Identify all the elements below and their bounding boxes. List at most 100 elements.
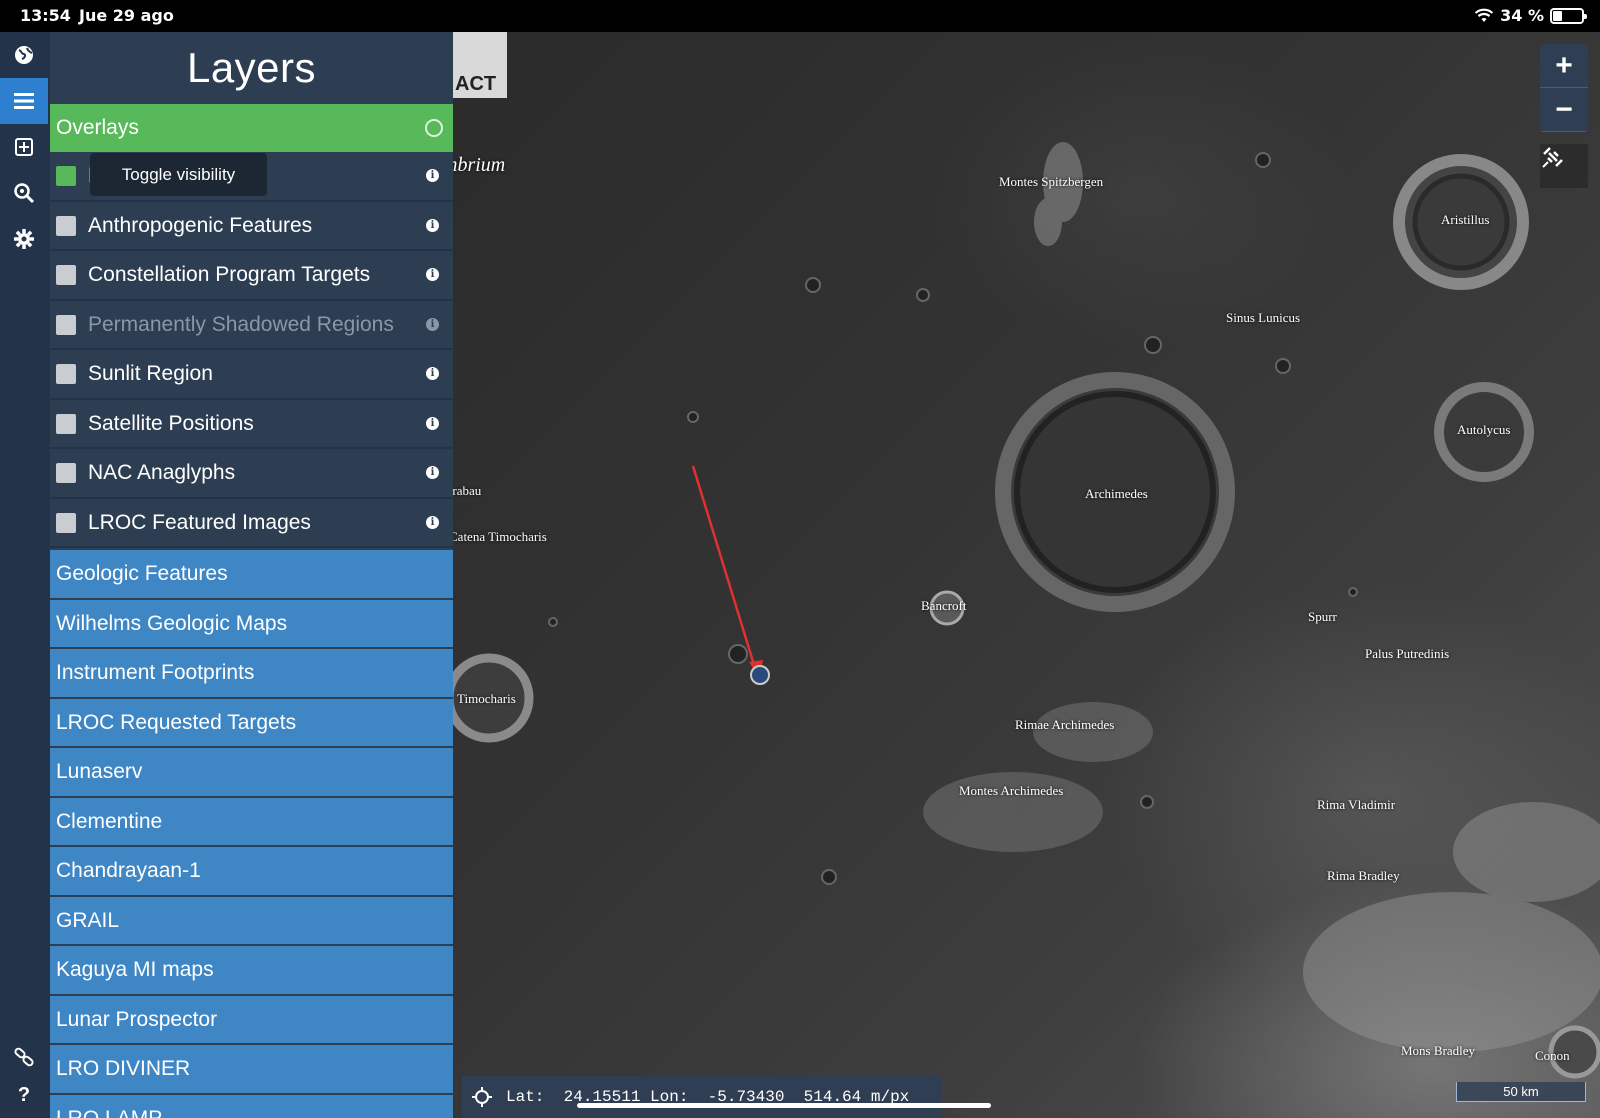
act-logo: ACT (453, 32, 507, 98)
settings-button[interactable] (0, 216, 48, 262)
map-terrain (453, 142, 1600, 1079)
layer-checkbox[interactable] (56, 463, 76, 483)
layer-group-row[interactable]: LRO DIVINER (50, 1045, 453, 1095)
status-time: 13:54 (20, 6, 71, 25)
layer-row[interactable]: NAC Anaglyphs i (50, 449, 453, 499)
layer-group-row[interactable]: Clementine (50, 797, 453, 847)
map-label-rima-bradley: Rima Bradley (1327, 868, 1400, 883)
map-label-sinus-lunicus: Sinus Lunicus (1226, 310, 1301, 325)
layer-row[interactable]: Permanently Shadowed Regions i (50, 301, 453, 350)
layer-label: Sunlit Region (88, 362, 213, 385)
map-label-conon: Conon (1535, 1048, 1570, 1063)
status-bar: 13:54 Jue 29 ago 34 % (0, 0, 1600, 32)
layer-group-row[interactable]: Wilhelms Geologic Maps (50, 599, 453, 649)
coordinates-bar: Lat: 24.15511 Lon: -5.73430 514.64 m/px (462, 1076, 942, 1118)
map-label-grabau: Grabau (453, 483, 482, 498)
gear-icon (14, 229, 34, 249)
layer-label: Anthropogenic Features (88, 213, 313, 237)
search-button[interactable] (0, 170, 48, 216)
montes-spitzbergen (1034, 142, 1083, 246)
layers-menu-button[interactable] (0, 78, 48, 124)
battery-percent: 34 % (1500, 6, 1544, 25)
scale-bar: 50 km (1456, 1082, 1586, 1102)
map-label-rima-vladimir: Rima Vladimir (1317, 797, 1396, 812)
map-label-catena-timocharis: Catena Timocharis (453, 529, 547, 544)
info-icon[interactable]: i (426, 416, 439, 430)
layer-label: NAC Anaglyphs (88, 461, 236, 484)
map-label-archimedes: Archimedes (1085, 486, 1148, 501)
info-icon[interactable]: i (426, 515, 439, 529)
rugged-terrain-southeast (1303, 802, 1600, 1052)
layer-group-row[interactable]: Lunar Prospector (50, 995, 453, 1045)
satellite-button[interactable] (1540, 144, 1588, 188)
layer-group-row[interactable]: Lunaserv (50, 748, 453, 798)
crosshair-icon[interactable] (472, 1087, 492, 1107)
map-label-montes-spitzbergen: Montes Spitzbergen (999, 174, 1104, 189)
zoom-out-button[interactable]: − (1540, 88, 1588, 132)
layer-row[interactable]: Anthropogenic Features i (50, 202, 453, 251)
help-button[interactable]: ? (0, 1072, 48, 1118)
home-indicator (577, 1103, 991, 1108)
search-icon (14, 183, 35, 204)
layer-group-row[interactable]: GRAIL (50, 896, 453, 946)
layer-checkbox[interactable] (56, 215, 76, 236)
layer-group-row[interactable]: Geologic Features (50, 550, 453, 600)
layer-checkbox[interactable] (56, 166, 76, 186)
layer-checkbox[interactable] (56, 512, 76, 533)
info-icon[interactable]: i (426, 218, 439, 232)
map-label-mons-bradley: Mons Bradley (1401, 1043, 1476, 1058)
layer-list: Anthropogenic Features i Constellation Pro… (50, 202, 453, 548)
battery-icon (1550, 7, 1587, 24)
add-layer-button[interactable] (0, 124, 48, 170)
globe-icon (15, 46, 33, 64)
map-label-timocharis: Timocharis (457, 691, 516, 706)
layer-label: Constellation Program Targets (88, 263, 371, 286)
layer-row[interactable]: Constellation Program Targets i (50, 251, 453, 301)
layer-checkbox[interactable] (56, 265, 76, 285)
globe-button[interactable] (0, 32, 48, 78)
layer-group-row[interactable]: Chandrayaan-1 (50, 847, 453, 897)
layer-checkbox[interactable] (56, 314, 76, 335)
map-label-rimae-archimedes: Rimae Archimedes (1015, 717, 1115, 732)
info-icon[interactable]: i (426, 169, 439, 182)
group-list: Geologic Features Wilhelms Geologic Maps I… (50, 550, 453, 1118)
layer-label: Permanently Shadowed Regions (88, 312, 394, 336)
info-icon[interactable]: i (426, 317, 439, 331)
layer-checkbox[interactable] (56, 413, 76, 434)
info-icon[interactable]: i (426, 466, 439, 479)
info-icon[interactable]: i (426, 367, 439, 380)
layer-group-row[interactable]: Instrument Footprints (50, 649, 453, 699)
zoom-in-button[interactable]: + (1540, 44, 1588, 88)
help-icon: ? (17, 1083, 31, 1106)
location-marker-icon[interactable] (750, 665, 770, 685)
map-label-mare: mbrium (453, 154, 506, 176)
layer-group-row[interactable]: LRO LAMP (50, 1094, 453, 1118)
map-label-montes-archimedes: Montes Archimedes (959, 783, 1064, 798)
layer-row[interactable]: LROC Featured Images i (50, 499, 453, 548)
map-view[interactable]: ACT mbrium Montes Spitzbergen Aristillus… (453, 32, 1600, 1118)
layer-label: LROC Featured Images (88, 510, 311, 534)
overlays-header[interactable]: Overlays (50, 104, 453, 152)
layer-label: Satellite Positions (88, 411, 254, 435)
link-icon (14, 1047, 34, 1067)
add-layer-icon (15, 138, 33, 156)
map-label-aristillus: Aristillus (1441, 212, 1490, 227)
layer-row[interactable]: Sunlit Region i (50, 350, 453, 400)
info-icon[interactable]: i (426, 268, 439, 281)
layer-row[interactable]: Satellite Positions i (50, 400, 453, 449)
layer-group-row[interactable]: Kaguya MI maps (50, 946, 453, 996)
layer-checkbox[interactable] (56, 364, 76, 384)
status-right: 34 % (1474, 6, 1587, 25)
small-craters (548, 152, 1358, 885)
layer-group-row[interactable]: LROC Requested Targets (50, 698, 453, 748)
map-label-spurr: Spurr (1308, 609, 1337, 624)
toggle-visibility-tooltip: Toggle visibility (90, 153, 267, 196)
status-date: Jue 29 ago (79, 6, 174, 25)
red-arrow-line (691, 465, 757, 669)
overlays-toggle-icon[interactable] (425, 119, 443, 137)
overlays-label: Overlays (56, 116, 139, 139)
wifi-icon (1474, 8, 1494, 22)
left-rail: ? (0, 32, 50, 1118)
menu-icon (14, 93, 34, 109)
satellite-icon (1542, 147, 1563, 168)
